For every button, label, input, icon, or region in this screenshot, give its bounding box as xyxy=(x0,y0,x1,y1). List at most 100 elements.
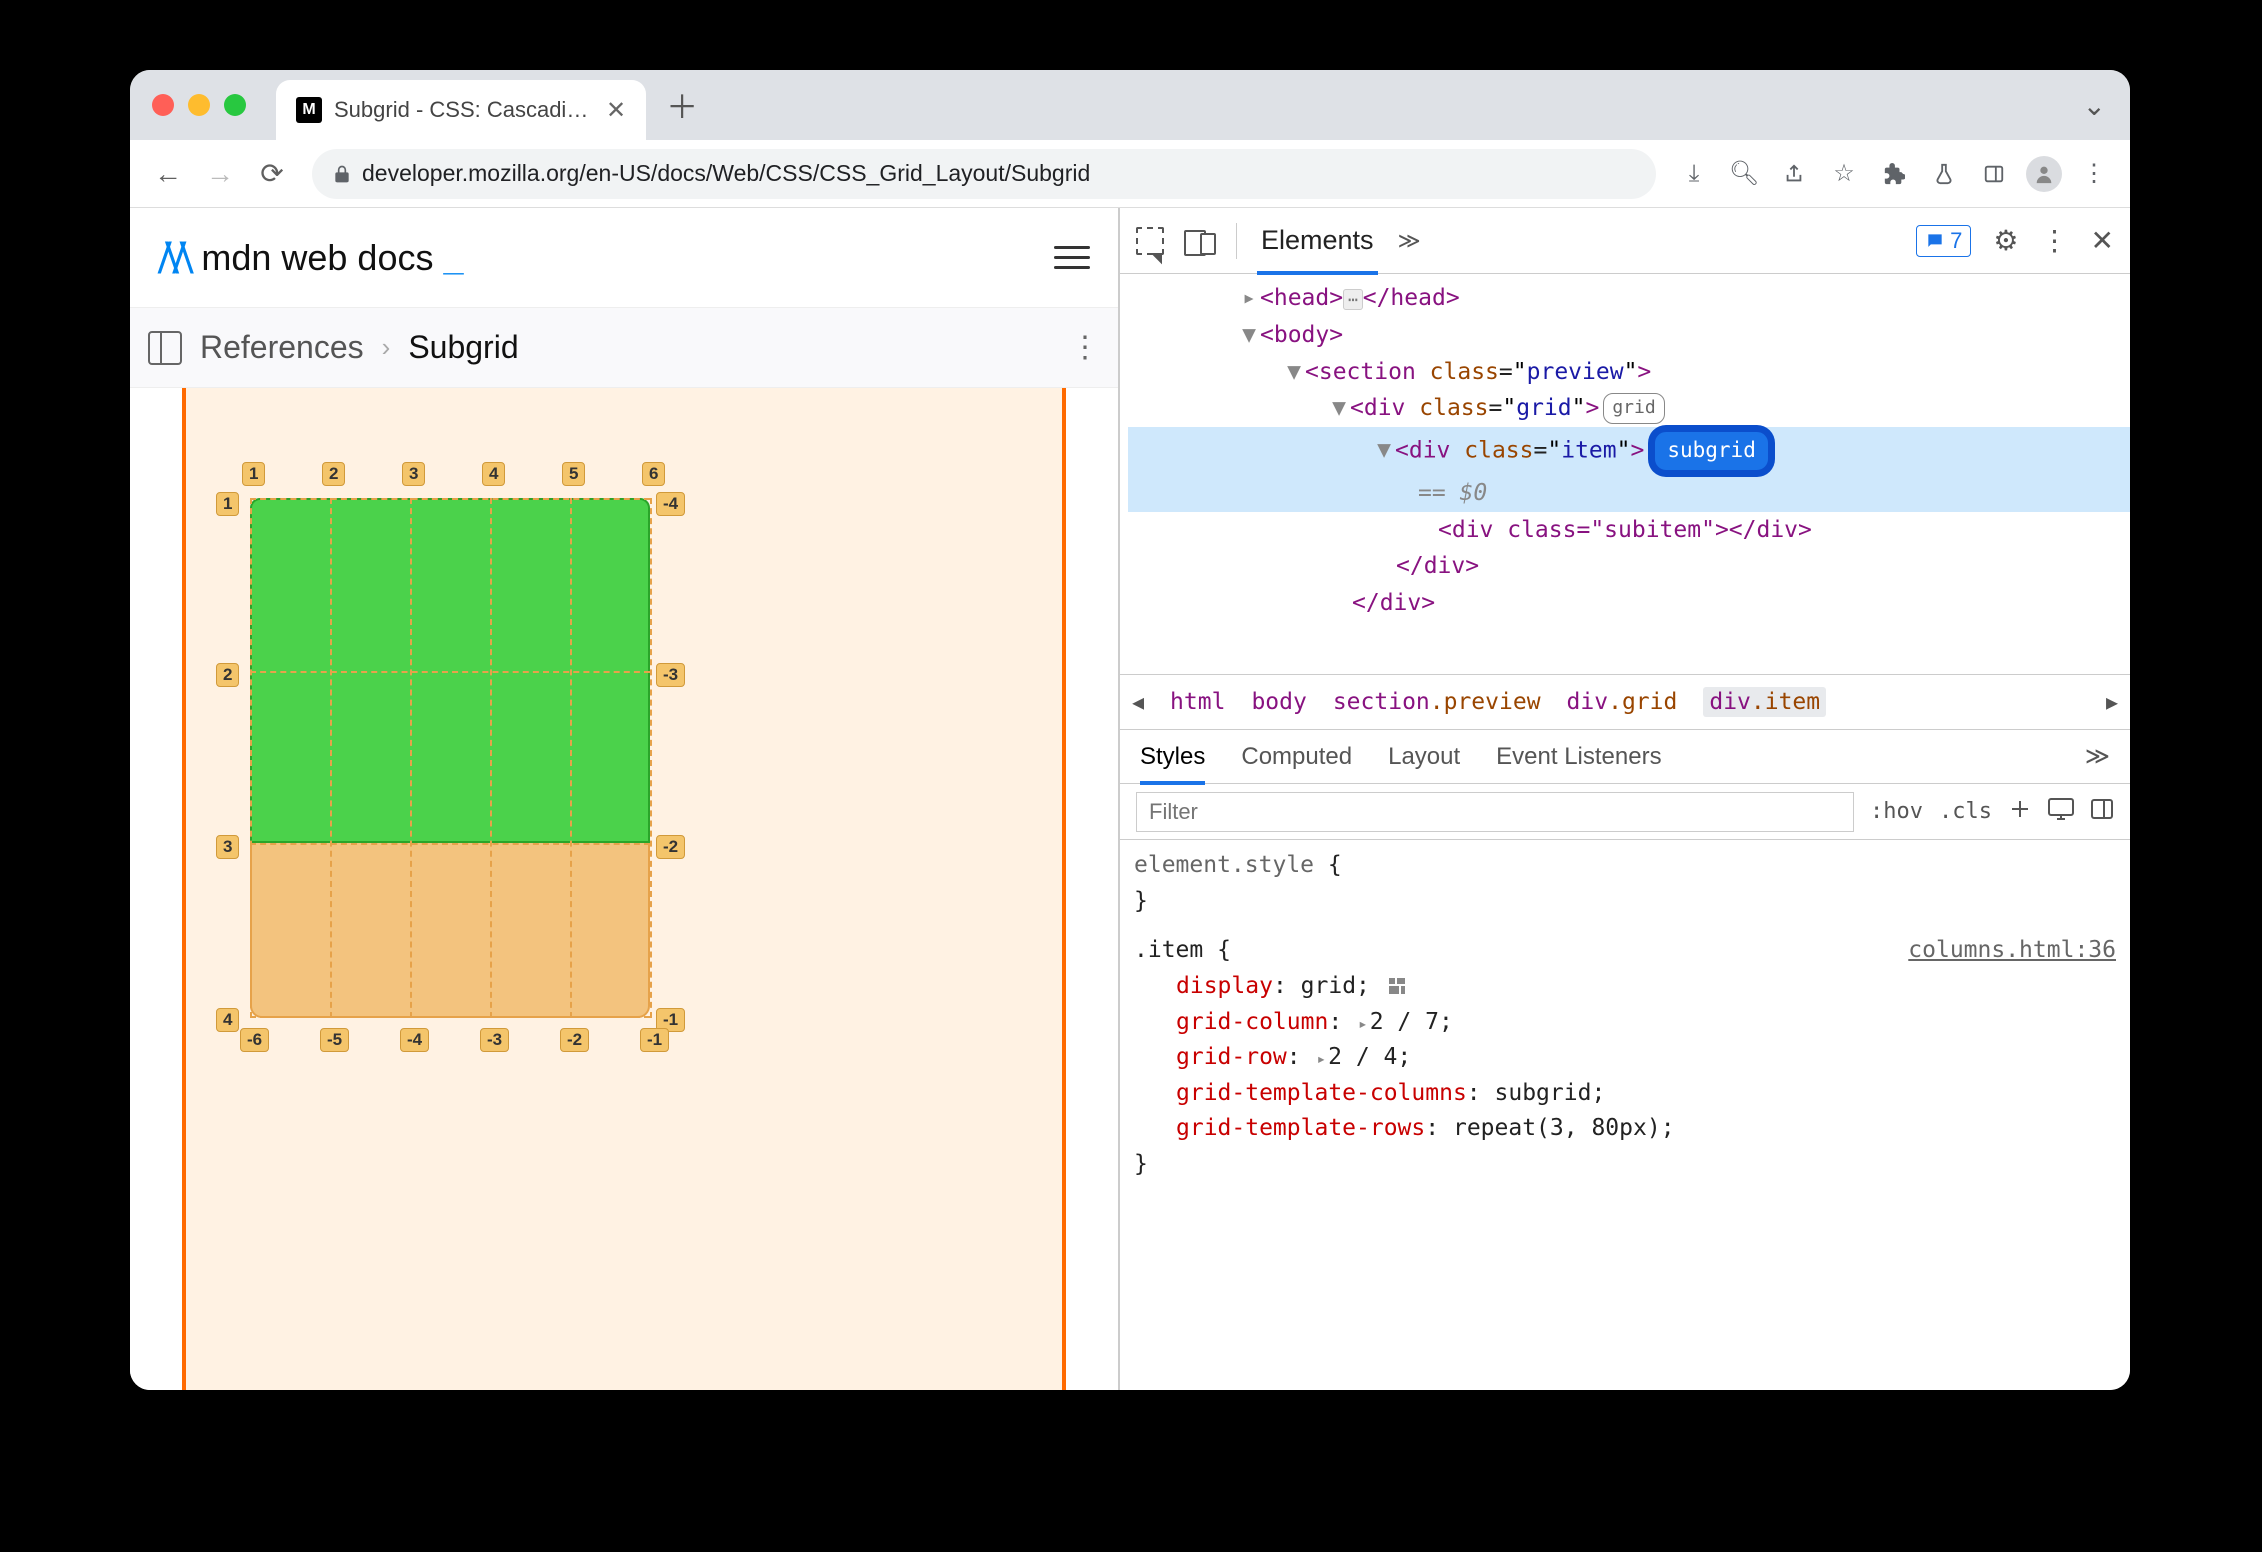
grid-line-number: -2 xyxy=(560,1028,589,1052)
grid-preview-area: 1 2 3 4 5 6 1 2 3 4 -4 -3 -2 -1 xyxy=(130,388,1118,1390)
styles-subpanel-tabs: Styles Computed Layout Event Listeners ≫ xyxy=(1120,730,2130,784)
grid-line-number: 2 xyxy=(322,462,345,486)
elements-tab[interactable]: Elements xyxy=(1257,225,1378,256)
new-rule-button[interactable] xyxy=(2008,797,2032,827)
labs-icon[interactable] xyxy=(1924,154,1964,194)
lock-icon xyxy=(332,164,352,184)
grid-line-number: 6 xyxy=(642,462,665,486)
mdn-logo-text: mdn web docs _ xyxy=(201,237,463,279)
grid-line-number: 5 xyxy=(562,462,585,486)
grid-line-number: -4 xyxy=(400,1028,429,1052)
hov-toggle[interactable]: :hov xyxy=(1870,799,1923,824)
crumb-body[interactable]: body xyxy=(1251,689,1306,715)
dom-breadcrumb: ◀ html body section.preview div.grid div… xyxy=(1120,674,2130,730)
subgrid-badge[interactable]: subgrid xyxy=(1650,427,1773,475)
chrome-menu-button[interactable]: ⋮ xyxy=(2074,154,2114,194)
devtools-menu-button[interactable]: ⋮ xyxy=(2041,224,2069,257)
issues-badge[interactable]: 7 xyxy=(1916,225,1971,257)
device-toolbar-icon[interactable] xyxy=(1184,230,1216,252)
more-tabs-button[interactable]: ≫ xyxy=(1398,228,1421,254)
computed-tab[interactable]: Computed xyxy=(1241,743,1352,771)
url-text: developer.mozilla.org/en-US/docs/Web/CSS… xyxy=(362,160,1090,187)
zoom-window-button[interactable] xyxy=(224,94,246,116)
browser-tab[interactable]: M Subgrid - CSS: Cascading Style ✕ xyxy=(276,80,646,140)
page-menu-button[interactable]: ⋮ xyxy=(1070,330,1100,365)
tab-strip: M Subgrid - CSS: Cascading Style ✕ ＋ ⌄ xyxy=(130,70,2130,140)
styles-filter-input[interactable] xyxy=(1136,792,1854,832)
webpage: /\/\ mdn web docs _ References › Subgrid… xyxy=(130,208,1120,1390)
avatar-icon xyxy=(2033,163,2055,185)
dom-tree[interactable]: ▸<head>⋯</head> ▼<body> ▼<section class=… xyxy=(1120,274,2130,674)
crumb-div-item[interactable]: div.item xyxy=(1703,687,1826,717)
computed-sidebar-toggle[interactable] xyxy=(2090,797,2114,827)
message-icon xyxy=(1925,231,1945,251)
cls-toggle[interactable]: .cls xyxy=(1939,799,1992,824)
zoom-icon[interactable]: 🔍︎ xyxy=(1724,154,1764,194)
back-button[interactable]: ← xyxy=(146,152,190,196)
grid-line-number: 3 xyxy=(402,462,425,486)
event-listeners-tab[interactable]: Event Listeners xyxy=(1496,743,1661,771)
crumb-prev-icon[interactable]: ◀ xyxy=(1132,690,1144,714)
rendering-button[interactable] xyxy=(2048,798,2074,826)
mdn-header: /\/\ mdn web docs _ xyxy=(130,208,1118,308)
crumb-section[interactable]: section.preview xyxy=(1333,689,1541,715)
forward-button[interactable]: → xyxy=(198,152,242,196)
chevron-right-icon: › xyxy=(382,332,391,363)
browser-window: M Subgrid - CSS: Cascading Style ✕ ＋ ⌄ ←… xyxy=(130,70,2130,1390)
mdn-logo-mark: /\/\ xyxy=(158,230,187,285)
styles-rules[interactable]: element.style { } .item { columns.html:3… xyxy=(1120,840,2130,1390)
sidepanel-icon[interactable] xyxy=(1974,154,2014,194)
minimize-window-button[interactable] xyxy=(188,94,210,116)
profile-button[interactable] xyxy=(2024,154,2064,194)
styles-tab[interactable]: Styles xyxy=(1140,743,1205,771)
grid-line-number: -6 xyxy=(240,1028,269,1052)
favicon-mdn: M xyxy=(296,97,322,123)
address-bar[interactable]: developer.mozilla.org/en-US/docs/Web/CSS… xyxy=(312,149,1656,199)
crumb-div-grid[interactable]: div.grid xyxy=(1567,689,1678,715)
grid-line-number: 4 xyxy=(216,1008,239,1032)
close-window-button[interactable] xyxy=(152,94,174,116)
tabs-dropdown-button[interactable]: ⌄ xyxy=(2083,89,2106,122)
crumb-next-icon[interactable]: ▶ xyxy=(2106,690,2118,714)
tab-title: Subgrid - CSS: Cascading Style xyxy=(334,97,594,123)
grid-line-number: -5 xyxy=(320,1028,349,1052)
layout-tab[interactable]: Layout xyxy=(1388,743,1460,771)
extensions-icon[interactable] xyxy=(1874,154,1914,194)
grid-line-number: 4 xyxy=(482,462,505,486)
grid-badge[interactable]: grid xyxy=(1603,393,1664,424)
grid-line-number: -3 xyxy=(656,663,685,687)
close-tab-button[interactable]: ✕ xyxy=(606,96,626,125)
rule-source-link[interactable]: columns.html:36 xyxy=(1908,933,2116,969)
breadcrumb-parent[interactable]: References xyxy=(200,329,364,366)
bookmark-icon[interactable]: ☆ xyxy=(1824,154,1864,194)
sidebar-toggle-button[interactable] xyxy=(148,331,182,365)
grid-line-number: 2 xyxy=(216,663,239,687)
grid-line-number: 3 xyxy=(216,835,239,859)
inspect-element-icon[interactable] xyxy=(1136,227,1164,255)
styles-filter-row: :hov .cls xyxy=(1120,784,2130,840)
crumb-html[interactable]: html xyxy=(1170,689,1225,715)
mdn-logo[interactable]: /\/\ mdn web docs _ xyxy=(158,230,464,285)
grid-line-number: -2 xyxy=(656,835,685,859)
devtools-panel: Elements ≫ 7 ⚙ ⋮ ✕ ▸<head>⋯</head> ▼<bod… xyxy=(1120,208,2130,1390)
install-icon[interactable]: ⤓ xyxy=(1674,154,1714,194)
devtools-tabbar: Elements ≫ 7 ⚙ ⋮ ✕ xyxy=(1120,208,2130,274)
toolbar: ← → ⟳ developer.mozilla.org/en-US/docs/W… xyxy=(130,140,2130,208)
content-area: /\/\ mdn web docs _ References › Subgrid… xyxy=(130,208,2130,1390)
grid-line-number: 1 xyxy=(216,492,239,516)
hamburger-menu-button[interactable] xyxy=(1054,246,1090,269)
grid-editor-icon[interactable] xyxy=(1388,977,1406,995)
breadcrumb-bar: References › Subgrid ⋮ xyxy=(130,308,1118,388)
grid-line-number: 1 xyxy=(242,462,265,486)
gear-icon[interactable]: ⚙ xyxy=(1993,224,2018,257)
reload-button[interactable]: ⟳ xyxy=(250,152,294,196)
close-devtools-button[interactable]: ✕ xyxy=(2091,224,2114,257)
share-icon[interactable] xyxy=(1774,154,1814,194)
subgrid-overlay: 1 2 3 4 5 6 1 2 3 4 -4 -3 -2 -1 xyxy=(250,498,650,1018)
grid-line-number: -4 xyxy=(656,492,685,516)
separator xyxy=(1236,223,1237,259)
toolbar-icons: ⤓ 🔍︎ ☆ ⋮ xyxy=(1674,154,2114,194)
grid-line-number: -1 xyxy=(640,1028,669,1052)
more-styles-tabs-button[interactable]: ≫ xyxy=(2085,742,2110,771)
new-tab-button[interactable]: ＋ xyxy=(666,82,698,128)
